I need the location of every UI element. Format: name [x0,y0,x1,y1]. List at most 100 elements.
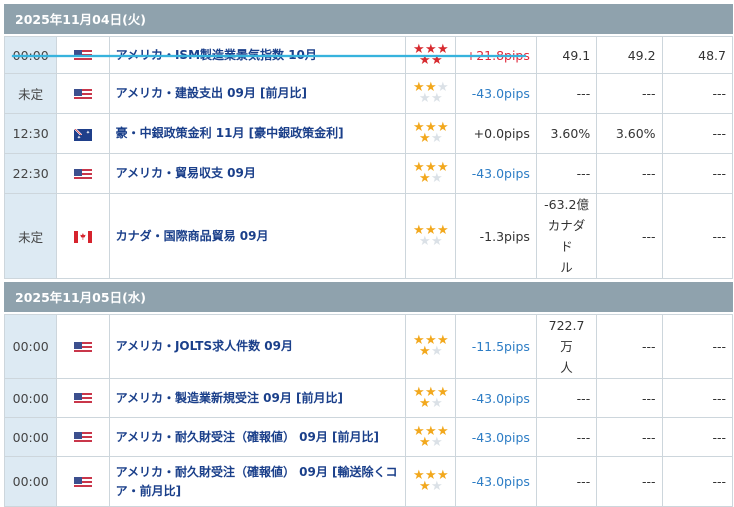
star-rating: ★★★ ★★ [413,469,449,494]
event-time: 00:00 [3,378,58,418]
event-name-link[interactable]: アメリカ・製造業新規受注 09月 [前月比] [108,378,407,418]
flag-ca-icon [73,231,92,243]
event-name-link[interactable]: アメリカ・JOLTS求人件数 09月 [108,314,407,379]
result-value: --- [535,456,598,507]
event-time: 00:00 [3,314,58,379]
star-icon: ★ [430,434,443,450]
strike-line [12,55,526,57]
event-row[interactable]: 00:00 アメリカ・JOLTS求人件数 09月 ★★★ ★★ -11.5pips 722… [3,314,734,379]
country-flag [56,73,110,114]
star-icon: ★ [430,233,443,249]
result-value: 722.7万人 [535,314,598,379]
star-icon: ★ [418,91,431,106]
event-time: 未定 [3,73,58,114]
flag-us-icon [73,393,92,405]
previous-value: --- [661,378,734,418]
star-icon: ★ [430,171,443,186]
event-row[interactable]: 22:30 アメリカ・貿易収支 09月 ★★★ ★★ -43.0pips --- --- --… [3,153,734,194]
pips-change: -1.3pips [455,193,537,279]
star-rating: ★★★ ★★ [413,425,449,450]
forecast-value: --- [596,153,663,194]
star-icon: ★ [418,171,431,186]
country-flag: ✦ ✦ [56,113,110,154]
event-time: 00:00 [3,417,58,457]
importance-rating: ★★★ ★★ [405,456,457,507]
forecast-value: 49.2 [596,36,663,74]
importance-rating: ★★★ ★★ [405,417,457,457]
pips-change: -43.0pips [455,417,537,457]
forecast-value: 3.60% [596,113,663,154]
importance-rating: ★★★ ★★ [405,153,457,194]
event-time: 未定 [3,193,58,279]
star-icon: ★ [430,479,443,494]
flag-us-icon [73,476,92,489]
result-value-line: カナダド [547,218,586,254]
previous-value: --- [661,417,734,457]
event-row[interactable]: 未定 アメリカ・建設支出 09月 [前月比] ★★★ ★★ -43.0pips --- --… [3,73,734,114]
forecast-value: --- [596,314,663,379]
event-name-link[interactable]: アメリカ・耐久財受注（確報値） 09月 [前月比] [108,417,407,457]
result-value: --- [535,73,598,114]
result-value: --- [535,378,598,418]
pips-change: -43.0pips [455,153,537,194]
forecast-value: --- [596,73,663,114]
forecast-value: --- [596,417,663,457]
star-rating: ★★★ ★★ [413,224,449,249]
previous-value: --- [661,456,734,507]
result-value: 49.1 [535,36,598,74]
previous-value: --- [661,113,734,154]
previous-value: 48.7 [661,36,734,74]
result-value-line: 人 [560,360,573,375]
events-table: 00:00 アメリカ・JOLTS求人件数 09月 ★★★ ★★ -11.5pips 722… [3,314,734,507]
event-row[interactable]: 00:00 アメリカ・製造業新規受注 09月 [前月比] ★★★ ★★ -43.0pip… [3,378,734,418]
country-flag [56,193,110,279]
star-rating: ★★★ ★★ [413,386,449,411]
star-rating: ★★★ ★★ [413,121,449,146]
result-value: -63.2億 カナダドル [535,193,598,279]
event-row[interactable]: 未定 カナダ・国際商品貿易 09月 ★★★ ★★ -1.3pips -63.2億 カナダドル… [3,193,734,279]
event-name-link[interactable]: アメリカ・貿易収支 09月 [108,153,407,194]
event-time: 00:00 [3,456,58,507]
star-icon: ★ [418,479,431,494]
star-icon: ★ [430,131,443,146]
result-value: --- [535,153,598,194]
previous-value: --- [661,73,734,114]
result-value-line: ル [560,260,573,275]
country-flag [56,378,110,418]
forecast-value: --- [596,193,663,279]
forecast-value: --- [596,456,663,507]
event-row[interactable]: 00:00 アメリカ・耐久財受注（確報値） 09月 [輸送除くコア・前月比] ★★★… [3,456,734,507]
pips-change: +0.0pips [455,113,537,154]
event-name-link[interactable]: アメリカ・耐久財受注（確報値） 09月 [輸送除くコア・前月比] [108,456,407,507]
country-flag [56,417,110,457]
previous-value: --- [661,153,734,194]
star-icon: ★ [418,434,431,450]
event-row[interactable]: 00:00 アメリカ・耐久財受注（確報値） 09月 [前月比] ★★★ ★★ -43.0… [3,417,734,457]
pips-change: -43.0pips [455,378,537,418]
event-name-link[interactable]: カナダ・国際商品貿易 09月 [108,193,407,279]
pips-change: -43.0pips [455,73,537,114]
flag-us-icon [73,341,92,354]
result-value: 3.60% [535,113,598,154]
events-table: 00:00アメリカ・ISM製造業景気指数 10月★★★★★+21.8pips49… [3,36,734,279]
pips-change: -43.0pips [455,456,537,507]
event-row[interactable]: 12:30 ✦ ✦ 豪・中銀政策金利 11月 [豪中銀政策金利] ★★★ ★★ +0.0pi… [3,113,734,154]
flag-us-icon [73,88,92,101]
star-rating: ★★★ ★★ [413,334,449,359]
day-header: 2025年11月04日(火) [4,4,733,34]
star-icon: ★ [430,344,443,359]
star-rating: ★★★ ★★ [413,161,449,186]
star-icon: ★ [430,395,443,411]
economic-calendar: 2025年11月04日(火)00:00アメリカ・ISM製造業景気指数 10月★★… [0,0,734,507]
event-name-link[interactable]: 豪・中銀政策金利 11月 [豪中銀政策金利] [108,113,407,154]
importance-rating: ★★★ ★★ [405,314,457,379]
event-name-link[interactable]: アメリカ・建設支出 09月 [前月比] [108,73,407,114]
previous-value: --- [661,314,734,379]
result-value-line: 722.7万 [548,318,585,354]
star-icon: ★ [418,395,431,411]
country-flag [56,456,110,507]
importance-rating: ★★★ ★★ [405,73,457,114]
star-icon: ★ [418,344,431,359]
star-icon: ★ [430,91,443,106]
star-icon: ★ [418,233,431,249]
